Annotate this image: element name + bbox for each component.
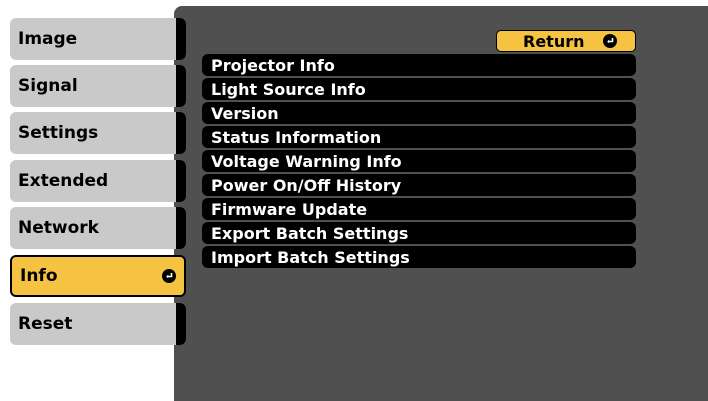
menu-item-import-batch-settings[interactable]: Import Batch Settings [202, 246, 636, 268]
menu-item-export-batch-settings[interactable]: Export Batch Settings [202, 222, 636, 244]
sidebar-item-label: Image [18, 29, 78, 49]
menu-item-version[interactable]: Version [202, 102, 636, 124]
sidebar-item-label: Network [18, 218, 99, 238]
sidebar-item-label: Extended [18, 171, 109, 191]
menu-item-light-source-info[interactable]: Light Source Info [202, 78, 636, 100]
sidebar-item-signal[interactable]: Signal [10, 65, 186, 107]
sidebar-item-label: Signal [18, 76, 78, 96]
sidebar-item-image[interactable]: Image [10, 18, 186, 60]
info-menu-list: Projector Info Light Source Info Version… [202, 54, 636, 270]
menu-item-status-information[interactable]: Status Information [202, 126, 636, 148]
enter-icon [162, 269, 176, 283]
enter-icon [603, 34, 617, 48]
sidebar-item-reset[interactable]: Reset [10, 303, 186, 345]
menu-item-projector-info[interactable]: Projector Info [202, 54, 636, 76]
sidebar-item-label: Reset [18, 314, 73, 334]
return-label: Return [523, 31, 585, 51]
sidebar-item-info[interactable]: Info [10, 255, 186, 297]
sidebar-item-label: Settings [18, 123, 99, 143]
return-button[interactable]: Return [496, 30, 636, 52]
sidebar-item-extended[interactable]: Extended [10, 160, 186, 202]
sidebar-item-settings[interactable]: Settings [10, 112, 186, 154]
sidebar-item-network[interactable]: Network [10, 207, 186, 249]
sidebar-item-label: Info [20, 266, 58, 286]
menu-item-firmware-update[interactable]: Firmware Update [202, 198, 636, 220]
menu-item-power-history[interactable]: Power On/Off History [202, 174, 636, 196]
menu-item-voltage-warning-info[interactable]: Voltage Warning Info [202, 150, 636, 172]
